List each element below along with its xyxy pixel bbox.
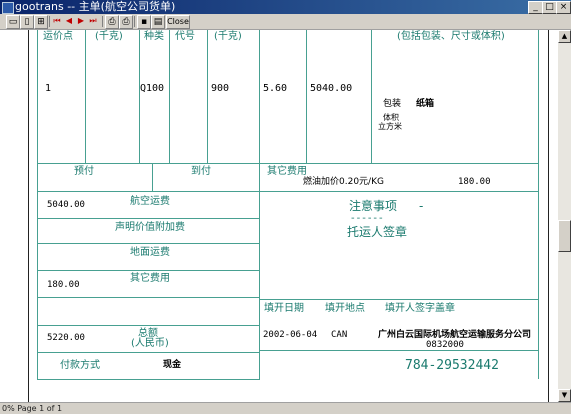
first-page-button[interactable]: ⏮ [52, 15, 62, 27]
vertical-scrollbar[interactable]: ▲ ▼ [558, 30, 571, 402]
other-fees-label: 其它费用 [130, 273, 170, 284]
other-fees-value: 180.00 [47, 280, 80, 290]
grid-line [259, 191, 539, 192]
attention-dash: - [419, 199, 424, 213]
fuel-surcharge-amount: 180.00 [458, 177, 491, 187]
grid-line [37, 163, 539, 164]
attention-heading: 注意事项 [349, 199, 398, 213]
print-setup-icon[interactable]: ⎙ [105, 15, 119, 29]
print-icon[interactable]: ⎙ [119, 15, 133, 29]
issue-date-value: 2002-06-04 [263, 330, 318, 340]
packing-value: 纸箱 [416, 99, 435, 109]
ground-freight-label: 地面运费 [130, 247, 170, 258]
grid-line [538, 30, 539, 379]
page-left-edge [28, 30, 29, 402]
grid-line [37, 297, 260, 298]
prepaid-label: 预付 [74, 166, 94, 177]
header-kg: (千克) [95, 31, 123, 42]
zoom-button[interactable]: ⊞ [34, 15, 48, 29]
grid-line [259, 163, 260, 379]
grid-line [139, 30, 140, 163]
view-one-page-button[interactable]: ▭ [6, 15, 20, 29]
toolbar: ▭ ▯ ⊞ ⏮ ◀ ▶ ⏭ ⎙ ⎙ ▪ ▤ Close [0, 14, 571, 30]
grid-line [37, 325, 260, 326]
shipper-sign-label: 托运人签章 [347, 225, 408, 239]
grid-line [207, 30, 208, 163]
status-bar: 0% Page 1 of 1 [0, 402, 571, 414]
other-charges-label: 其它费用 [267, 166, 307, 177]
toolbar-separator [134, 16, 135, 27]
packing-label: 包装 [383, 99, 402, 109]
issuer-sign-label: 填开人签字盖章 [385, 303, 455, 314]
grid-line [169, 30, 170, 163]
declared-value-surcharge-label: 声明价值附加费 [115, 222, 185, 233]
app-icon [2, 2, 14, 14]
grid-line [152, 163, 153, 191]
grid-line [37, 243, 260, 244]
dashed-divider: ------ [351, 213, 385, 224]
grid-line [371, 30, 372, 163]
grid-line [259, 299, 539, 300]
grid-line [85, 30, 86, 163]
grid-line [37, 379, 260, 380]
last-page-button[interactable]: ⏭ [88, 15, 98, 27]
view-two-pages-button[interactable]: ▯ [20, 15, 34, 29]
contact-phone: 784-29532442 [405, 358, 499, 373]
scroll-down-icon[interactable]: ▼ [558, 389, 571, 402]
grid-line [37, 270, 260, 271]
header-goods-description: (包括包装、尺寸或体积) [397, 31, 505, 42]
title-bar: gootrans -- 主单(航空公司货单) _ □ × [0, 0, 571, 14]
report-view: 运价点 (千克) 种类 代号 (千克) (包括包装、尺寸或体积) 1 Q100 … [0, 30, 558, 402]
previous-page-button[interactable]: ◀ [64, 15, 74, 27]
toolbar-separator [102, 16, 103, 27]
grid-line [37, 218, 260, 219]
open-icon[interactable]: ▤ [151, 15, 165, 29]
scroll-up-icon[interactable]: ▲ [558, 30, 571, 43]
save-icon[interactable]: ▪ [137, 15, 151, 29]
scroll-thumb[interactable] [558, 220, 571, 252]
header-rate-point: 运价点 [43, 31, 73, 42]
air-freight-label: 航空运费 [130, 196, 170, 207]
header-kg: (千克) [214, 31, 242, 42]
close-window-button[interactable]: × [556, 1, 571, 14]
volume-unit: 立方米 [378, 122, 402, 131]
issue-place-label: 填开地点 [325, 303, 365, 314]
payment-method-value: 现金 [163, 360, 182, 370]
grid-line [259, 30, 260, 163]
total-charge-value: 5040.00 [310, 83, 353, 94]
grid-line [306, 30, 307, 163]
payment-method-label: 付款方式 [60, 360, 100, 371]
page-right-edge [548, 30, 549, 402]
rate-value: 5.60 [263, 83, 288, 94]
rate-category-value: Q100 [140, 83, 165, 94]
grid-line [259, 350, 539, 351]
collect-label: 到付 [191, 166, 211, 177]
air-freight-value: 5040.00 [47, 200, 85, 210]
pieces-value: 1 [45, 83, 52, 94]
fuel-surcharge: 燃油加价0.20元/KG [303, 177, 384, 187]
total-currency-label: (人民币) [131, 338, 169, 349]
total-value: 5220.00 [47, 333, 85, 343]
toolbar-separator [49, 16, 50, 27]
next-page-button[interactable]: ▶ [76, 15, 86, 27]
grid-line [37, 191, 260, 192]
issuer-code: 0832000 [426, 340, 464, 350]
maximize-button[interactable]: □ [542, 1, 557, 14]
window-title: gootrans -- 主单(航空公司货单) [15, 0, 176, 13]
header-category: 种类 [144, 31, 164, 42]
header-code: 代号 [175, 31, 195, 42]
grid-line [37, 30, 38, 163]
issue-date-label: 填开日期 [264, 303, 304, 314]
grid-line [37, 163, 38, 379]
close-button[interactable]: Close [166, 15, 190, 29]
minimize-button[interactable]: _ [528, 1, 543, 14]
chargeable-weight-value: 900 [211, 83, 230, 94]
grid-line [37, 352, 260, 353]
status-text: 0% Page 1 of 1 [2, 404, 63, 413]
issue-place-value: CAN [331, 330, 348, 340]
